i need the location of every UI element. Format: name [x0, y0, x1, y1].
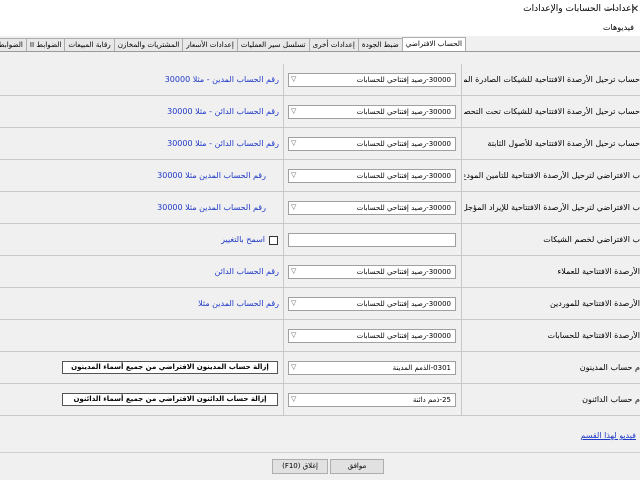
- row-label: ب الافتراضي لترحيل الأرصدة الافتتاحية لل…: [464, 171, 640, 180]
- row-hint: رقم الحساب الدائن - مثلا 30000: [167, 107, 279, 116]
- settings-row: الأرصدة الافتتاحية للعملاء ▽ 30000-رصيد …: [0, 256, 640, 288]
- row-label: ب الافتراضي لخصم الشيكات: [543, 235, 640, 244]
- tab-price-settings[interactable]: إعدادات الأسعار: [182, 38, 238, 51]
- ok-button[interactable]: موافق: [330, 459, 384, 474]
- tab-workflow-sequence[interactable]: تسلسل سير العمليات: [236, 38, 310, 51]
- allow-change-checkbox[interactable]: [269, 236, 278, 245]
- settings-row: ب الافتراضي لترحيل الأرصدة الافتتاحية لل…: [0, 160, 640, 192]
- tab-other-settings[interactable]: إعدادات أخرى: [308, 38, 359, 51]
- tab-controls-1[interactable]: الضوابط I: [0, 38, 27, 51]
- allow-change-label: اسمح بالتغيير: [221, 235, 265, 244]
- settings-row: حساب ترحيل الأرصدة الافتتاحية للشيكات تح…: [0, 96, 640, 128]
- row-label: حساب ترحيل الأرصدة الافتتاحية للشيكات تح…: [464, 107, 640, 116]
- chevron-down-icon: ▽: [291, 331, 297, 339]
- minimize-button[interactable]: —: [600, 2, 622, 18]
- row-label: حساب ترحيل الأرصدة الافتتاحية للأصول الث…: [487, 139, 640, 148]
- chevron-down-icon: ▽: [291, 363, 297, 371]
- close-window-button[interactable]: ✕: [624, 2, 640, 18]
- chevron-down-icon: ▽: [291, 267, 297, 275]
- chevron-down-icon: ▽: [291, 395, 297, 403]
- row-hint: رقم الحساب الدائن: [214, 267, 279, 276]
- tab-default-account[interactable]: الحساب الافتراضي: [401, 37, 466, 51]
- chevron-down-icon: ▽: [291, 75, 297, 83]
- chevron-down-icon: ▽: [291, 107, 297, 115]
- row-hint: رقم الحساب المدين مثلا: [198, 299, 279, 308]
- account-combo[interactable]: ▽ 30000-رصيد إفتتاحي للحسابات: [288, 265, 456, 279]
- settings-row: الأرصدة الافتتاحية للحسابات ▽ 30000-رصيد…: [0, 320, 640, 352]
- tab-purchases-stores[interactable]: المشتريات والمخازن: [113, 38, 184, 51]
- settings-row: حساب ترحيل الأرصدة الافتتاحية للأصول الث…: [0, 128, 640, 160]
- settings-row: الأرصدة الافتتاحية للموردين ▽ 30000-رصيد…: [0, 288, 640, 320]
- row-label: الأرصدة الافتتاحية للموردين: [549, 299, 640, 308]
- tab-controls-2[interactable]: الضوابط II: [25, 38, 66, 51]
- creditors-account-combo[interactable]: ▽ 25-ذمم دائنة: [288, 393, 456, 407]
- section-video-link[interactable]: فيديو لهذا القسم: [580, 431, 636, 440]
- row-label: حساب ترحيل الأرصدة الافتتاحية للشيكات ال…: [464, 75, 640, 84]
- title-bar: إعدادات الحسابات والإعدادات — ✕: [0, 0, 640, 20]
- settings-panel: حساب ترحيل الأرصدة الافتتاحية للشيكات ال…: [0, 52, 640, 452]
- row-label: الأرصدة الافتتاحية للحسابات: [547, 331, 640, 340]
- account-combo[interactable]: ▽ 30000-رصيد إفتتاحي للحسابات: [288, 329, 456, 343]
- row-hint: رقم الحساب المدين مثلا 30000: [157, 203, 266, 212]
- close-f10-button[interactable]: إغلاق (F10): [272, 459, 328, 474]
- chevron-down-icon: ▽: [291, 139, 297, 147]
- menu-bar: فيديوهات: [0, 20, 640, 36]
- discount-account-input[interactable]: [288, 233, 456, 247]
- remove-creditors-default-button[interactable]: إزالة حساب الدائنون الافتراضي من جميع أس…: [62, 393, 278, 406]
- account-combo[interactable]: ▽ 30000-رصيد إفتتاحي للحسابات: [288, 137, 456, 151]
- settings-row: حساب ترحيل الأرصدة الافتتاحية للشيكات ال…: [0, 64, 640, 96]
- row-label: ب الافتراضي لترحيل الأرصدة الافتتاحية لل…: [464, 203, 640, 212]
- settings-row: م حساب الدائنون ▽ 25-ذمم دائنة إزالة حسا…: [0, 384, 640, 416]
- account-combo[interactable]: ▽ 30000-رصيد إفتتاحي للحسابات: [288, 169, 456, 183]
- account-combo[interactable]: ▽ 30000-رصيد إفتتاحي للحسابات: [288, 105, 456, 119]
- account-combo[interactable]: ▽ 30000-رصيد إفتتاحي للحسابات: [288, 73, 456, 87]
- row-hint: رقم الحساب المدين - مثلا 30000: [164, 75, 279, 84]
- row-label: م حساب الدائنون: [582, 395, 640, 404]
- account-combo[interactable]: ▽ 30000-رصيد إفتتاحي للحسابات: [288, 201, 456, 215]
- settings-row: ب الافتراضي لخصم الشيكات اسمح بالتغيير: [0, 224, 640, 256]
- tab-quality-control[interactable]: ضبط الجودة: [357, 38, 403, 51]
- settings-row: ب الافتراضي لترحيل الأرصدة الافتتاحية لل…: [0, 192, 640, 224]
- footer: إغلاق (F10) موافق: [0, 452, 640, 480]
- chevron-down-icon: ▽: [291, 299, 297, 307]
- row-hint: رقم الحساب الدائن - مثلا 30000: [167, 139, 279, 148]
- settings-row: م حساب المدينون ▽ 0301-الذمم المدينة إزا…: [0, 352, 640, 384]
- menu-videos[interactable]: فيديوهات: [603, 23, 634, 32]
- chevron-down-icon: ▽: [291, 203, 297, 211]
- row-label: الأرصدة الافتتاحية للعملاء: [557, 267, 640, 276]
- remove-debtors-default-button[interactable]: إزالة حساب المدينون الافتراضي من جميع أس…: [62, 361, 278, 374]
- row-hint: رقم الحساب المدين مثلا 30000: [157, 171, 266, 180]
- debtors-account-combo[interactable]: ▽ 0301-الذمم المدينة: [288, 361, 456, 375]
- chevron-down-icon: ▽: [291, 171, 297, 179]
- tabs: الحساب الافتراضي ضبط الجودة إعدادات أخرى…: [0, 37, 466, 52]
- account-combo[interactable]: ▽ 30000-رصيد إفتتاحي للحسابات: [288, 297, 456, 311]
- tab-sales-control[interactable]: رقابة المبيعات: [64, 38, 115, 51]
- row-label: م حساب المدينون: [579, 363, 640, 372]
- tab-strip: الحساب الافتراضي ضبط الجودة إعدادات أخرى…: [0, 36, 640, 52]
